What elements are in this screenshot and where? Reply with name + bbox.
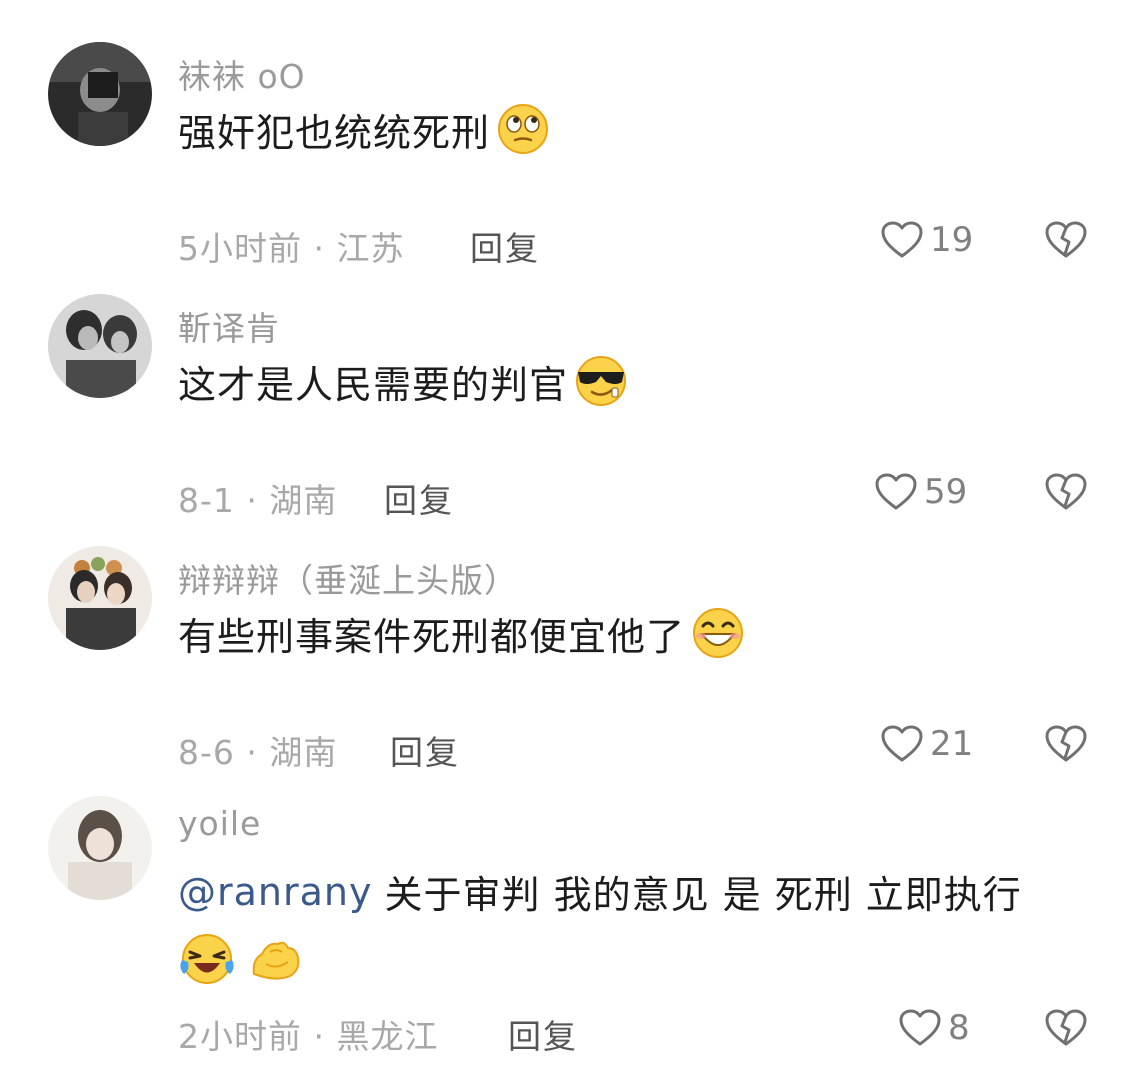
reply-button[interactable]: 回复 bbox=[470, 222, 540, 270]
dislike-button[interactable] bbox=[1044, 1008, 1088, 1052]
grinning-emoji bbox=[689, 604, 747, 662]
comment-text: 这才是人民需要的判官 bbox=[178, 352, 630, 410]
reply-button[interactable]: 回复 bbox=[384, 474, 454, 522]
laughing-crying-emoji bbox=[178, 930, 236, 988]
flexed-biceps-emoji bbox=[246, 930, 304, 988]
comment-meta-row: 8-1 · 湖南 回复 59 bbox=[178, 472, 1098, 522]
broken-heart-icon bbox=[1045, 1009, 1087, 1046]
like-button[interactable]: 21 bbox=[880, 724, 973, 764]
heart-outline-icon bbox=[881, 221, 923, 258]
broken-heart-icon bbox=[1045, 221, 1087, 258]
timestamp-location: 8-6 · 湖南 bbox=[178, 733, 338, 772]
like-button[interactable]: 19 bbox=[880, 220, 973, 260]
timestamp-location: 5小时前 · 江苏 bbox=[178, 229, 405, 268]
like-button[interactable]: 59 bbox=[874, 472, 967, 512]
like-button[interactable]: 8 bbox=[898, 1008, 970, 1048]
comment-meta-row: 5小时前 · 江苏 回复 19 bbox=[178, 220, 1098, 270]
broken-heart-icon bbox=[1045, 473, 1087, 510]
comment-body: 关于审判 我的意见 是 死刑 立即执行 bbox=[384, 873, 1022, 917]
comment-text: @ranrany 关于审判 我的意见 是 死刑 立即执行 bbox=[178, 864, 1022, 919]
heart-outline-icon bbox=[881, 725, 923, 762]
mention-link[interactable]: @ranrany bbox=[178, 870, 372, 914]
sunglasses-emoji bbox=[572, 352, 630, 410]
comment-body: 这才是人民需要的判官 bbox=[178, 362, 569, 407]
dislike-button[interactable] bbox=[1044, 472, 1088, 516]
username[interactable]: 袜袜 oO bbox=[178, 50, 306, 98]
comment-text: 强奸犯也统统死刑 bbox=[178, 100, 552, 158]
heart-outline-icon bbox=[899, 1009, 941, 1046]
like-count: 21 bbox=[930, 724, 974, 764]
comment-feed: 袜袜 oO 强奸犯也统统死刑 5小时前 · 江苏 回复 19 靳译肯 这才是人民… bbox=[0, 0, 1140, 1080]
comment-text: 有些刑事案件死刑都便宜他了 bbox=[178, 604, 747, 662]
heart-outline-icon bbox=[875, 473, 917, 510]
emoji-row bbox=[178, 930, 304, 988]
avatar[interactable] bbox=[48, 42, 152, 146]
username[interactable]: 辩辩辩（垂涎上头版） bbox=[178, 554, 518, 602]
like-count: 19 bbox=[930, 220, 974, 260]
username[interactable]: 靳译肯 bbox=[178, 302, 280, 350]
rolling-eyes-emoji bbox=[494, 100, 552, 158]
broken-heart-icon bbox=[1045, 725, 1087, 762]
comment-meta-row: 8-6 · 湖南 回复 21 bbox=[178, 724, 1098, 774]
timestamp-location: 2小时前 · 黑龙江 bbox=[178, 1017, 439, 1056]
username[interactable]: yoile bbox=[178, 804, 261, 843]
avatar[interactable] bbox=[48, 294, 152, 398]
comment-body: 有些刑事案件死刑都便宜他了 bbox=[178, 614, 686, 659]
like-count: 8 bbox=[948, 1008, 970, 1048]
like-count: 59 bbox=[924, 472, 968, 512]
reply-button[interactable]: 回复 bbox=[508, 1010, 578, 1058]
dislike-button[interactable] bbox=[1044, 220, 1088, 264]
reply-button[interactable]: 回复 bbox=[390, 726, 460, 774]
avatar[interactable] bbox=[48, 796, 152, 900]
avatar[interactable] bbox=[48, 546, 152, 650]
timestamp-location: 8-1 · 湖南 bbox=[178, 481, 338, 520]
comment-body: 强奸犯也统统死刑 bbox=[178, 110, 491, 155]
dislike-button[interactable] bbox=[1044, 724, 1088, 768]
comment-meta-row: 2小时前 · 黑龙江 回复 8 bbox=[178, 1008, 1098, 1058]
